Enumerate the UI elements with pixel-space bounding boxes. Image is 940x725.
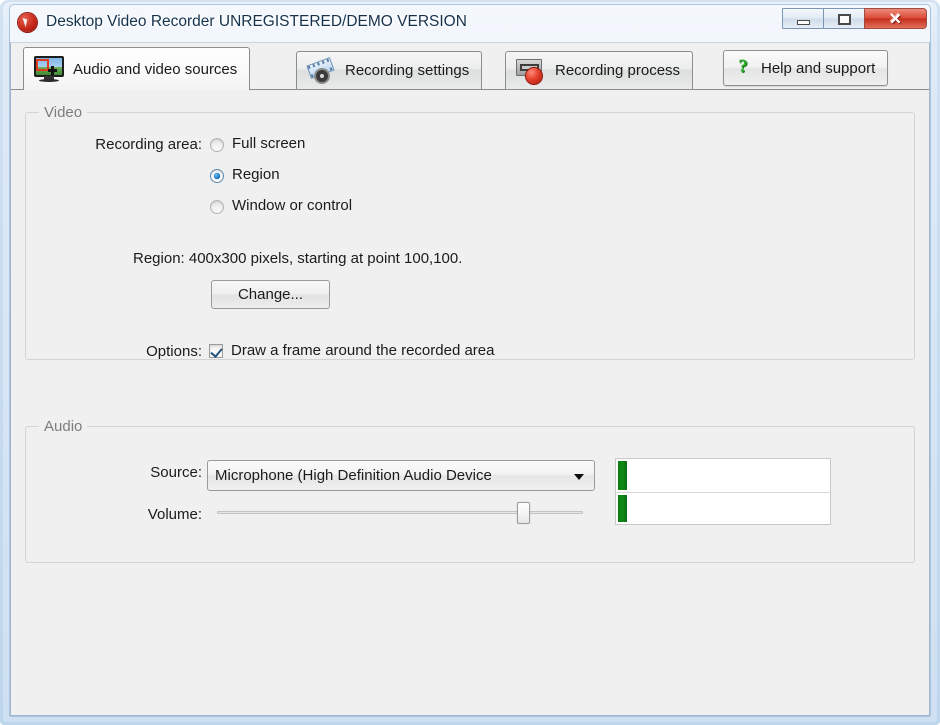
film-gear-icon: [306, 56, 336, 84]
tab-audio-and-video-sources[interactable]: Audio and video sources: [23, 47, 251, 90]
monitor-region-icon: [34, 56, 64, 82]
recording-area-label: Recording area:: [95, 136, 202, 153]
radio-label-window-or-control: Window or control: [232, 197, 353, 214]
tab-recording-process[interactable]: Recording process: [505, 51, 694, 89]
video-group-box: Video Recording area: Full screen Region…: [25, 104, 915, 360]
tab-label-recording-settings: Recording settings: [345, 62, 470, 79]
video-group-title: Video: [39, 104, 88, 121]
title-bar[interactable]: Desktop Video Recorder UNREGISTERED/DEMO…: [9, 4, 931, 41]
options-label: Options:: [146, 343, 202, 360]
checkbox-label-draw-frame: Draw a frame around the recorded area: [231, 342, 495, 359]
application-window: Desktop Video Recorder UNREGISTERED/DEMO…: [0, 0, 940, 725]
checkbox-draw-frame[interactable]: [209, 344, 223, 358]
chevron-down-icon: [574, 473, 584, 480]
tab-strip: Audio and video sources Recording settin…: [11, 43, 929, 90]
record-app-icon: [18, 13, 37, 32]
tab-help-and-support[interactable]: ? Help and support: [723, 50, 889, 86]
close-button[interactable]: ✕: [864, 8, 927, 29]
change-region-button-label: Change...: [237, 286, 304, 303]
tab-label-audio-and-video-sources: Audio and video sources: [73, 60, 238, 78]
green-question-icon: ?: [738, 56, 748, 77]
audio-source-value: Microphone (High Definition Audio Device: [215, 467, 492, 484]
window-controls: ✕: [782, 8, 927, 30]
close-icon: ✕: [889, 11, 902, 28]
radio-window-or-control[interactable]: [210, 200, 224, 214]
tab-label-help-and-support: Help and support: [761, 59, 876, 77]
audio-level-meters: [615, 458, 831, 525]
tape-record-icon: [516, 58, 546, 84]
radio-region[interactable]: [210, 169, 224, 183]
audio-meter-right-level: [618, 494, 627, 522]
radio-full-screen[interactable]: [210, 138, 224, 152]
audio-source-combobox[interactable]: Microphone (High Definition Audio Device: [207, 460, 595, 491]
audio-meter-left: [616, 459, 830, 492]
audio-meter-right: [616, 491, 830, 524]
volume-slider-thumb[interactable]: [517, 502, 531, 524]
audio-source-label: Source:: [150, 464, 202, 481]
maximize-button[interactable]: [823, 8, 865, 29]
tab-recording-settings[interactable]: Recording settings: [296, 51, 483, 89]
change-region-button[interactable]: Change...: [211, 280, 330, 309]
audio-volume-label: Volume:: [147, 506, 202, 523]
minimize-button[interactable]: [782, 8, 824, 29]
audio-meter-left-level: [618, 461, 627, 490]
window-title: Desktop Video Recorder UNREGISTERED/DEMO…: [46, 13, 467, 30]
tab-panel-audio-and-video-sources: Video Recording area: Full screen Region…: [11, 89, 929, 715]
radio-label-region: Region: [232, 166, 280, 183]
client-area: Audio and video sources Recording settin…: [10, 42, 930, 716]
volume-slider[interactable]: [217, 502, 583, 524]
audio-group-box: Audio Source: Microphone (High Definitio…: [25, 418, 915, 563]
region-description: Region: 400x300 pixels, starting at poin…: [133, 250, 463, 267]
tab-label-recording-process: Recording process: [555, 62, 681, 79]
audio-group-title: Audio: [39, 418, 88, 435]
radio-label-full-screen: Full screen: [232, 135, 306, 152]
